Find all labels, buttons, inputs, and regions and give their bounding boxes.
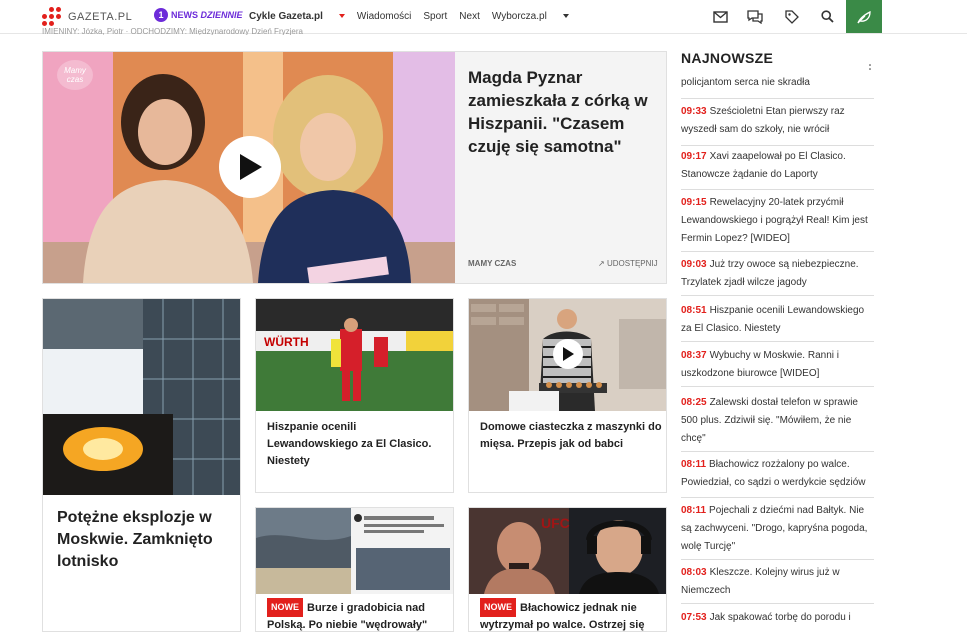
news-count: 1 <box>154 8 168 22</box>
explosion-photo <box>43 299 240 495</box>
play-button[interactable] <box>553 339 583 369</box>
wurth-banner: WÜRTH <box>264 334 309 349</box>
nav-next[interactable]: Next <box>459 11 480 22</box>
more-options-icon[interactable] <box>869 64 871 70</box>
sidebar-news-text: Rewelacyjny 20-latek przyćmił Lewandowsk… <box>681 197 868 244</box>
sidebar-news-text: Zalewski dostał telefon w sprawie 500 pl… <box>681 397 858 444</box>
share-label: UDOSTĘPNIJ <box>606 259 658 268</box>
storm-photo <box>256 508 453 594</box>
mail-icon <box>712 10 728 23</box>
play-button[interactable] <box>219 136 281 198</box>
nav-wyborcza[interactable]: Wyborcza.pl <box>492 11 569 22</box>
mail-button[interactable] <box>703 0 737 33</box>
news-label: NEWS DZIENNIE <box>171 10 243 20</box>
nav-sport[interactable]: Sport <box>423 11 447 22</box>
gazeta-logo[interactable]: GAZETA.PL <box>42 7 132 27</box>
article-title[interactable]: NOWE Błachowicz jednak nie wytrzymał po w… <box>480 598 662 631</box>
sidebar-news-item[interactable]: 09:03 Już trzy owoce są niebezpieczne. Tr… <box>681 256 874 296</box>
article-image: WÜRTH <box>256 299 453 411</box>
logo-text: GAZETA.PL <box>68 11 133 23</box>
sidebar-news-text: Już trzy owoce są niebezpieczne. Trzylat… <box>681 259 859 288</box>
article-card-blachowicz[interactable]: UFC NOWE Błachowicz jednak nie wytrzymał … <box>468 507 667 632</box>
sidebar-news-item[interactable]: 08:25 Zalewski dostał telefon w sprawie 5… <box>681 394 874 452</box>
sidebar-news-item[interactable]: 09:15 Rewelacyjny 20-latek przyćmił Lewan… <box>681 194 874 252</box>
sidebar-news-time: 07:53 <box>681 612 707 623</box>
sidebar-news-time: 08:03 <box>681 567 707 578</box>
tags-button[interactable] <box>775 0 809 33</box>
sidebar-news-time: 08:11 <box>681 459 707 470</box>
nav-cykle[interactable]: Cykle Gazeta.pl <box>249 11 345 22</box>
sidebar-news-time: 09:03 <box>681 259 707 270</box>
hero-source[interactable]: MAMY CZAS <box>468 259 516 268</box>
article-title[interactable]: Potężne eksplozje w Moskwie. Zamknięto l… <box>57 507 232 573</box>
logo-dots-icon <box>42 7 62 27</box>
share-icon: ↗ <box>598 259 605 268</box>
sidebar-news-time: 08:25 <box>681 397 707 408</box>
sidebar-news-item[interactable]: 08:03 Kleszcze. Kolejny wirus już w Niemc… <box>681 564 874 604</box>
share-button[interactable]: ↗ UDOSTĘPNIJ <box>598 259 658 268</box>
sidebar-news-text: Hiszpanie ocenili Lewandowskiego za El C… <box>681 305 865 334</box>
main-nav: Cykle Gazeta.pl Wiadomości Sport Next Wy… <box>249 11 581 22</box>
ufc-mark: UFC <box>541 515 570 531</box>
sidebar-news-time: 09:33 <box>681 106 707 117</box>
sidebar-news-item[interactable]: 07:53 Jak spakować torbę do porodu i <box>681 609 874 632</box>
article-title[interactable]: Domowe ciasteczka z maszynki do mięsa. P… <box>480 419 662 453</box>
search-icon <box>820 10 834 23</box>
hero-title[interactable]: Magda Pyznar zamieszkała z córką w Hiszp… <box>468 66 653 158</box>
news-badge[interactable]: 1 NEWS DZIENNIE <box>154 8 243 22</box>
article-card-storms[interactable]: NOWE Burze i gradobicia nad Polską. Po ni… <box>255 507 454 632</box>
play-icon <box>240 154 262 180</box>
sidebar-news-time: 08:11 <box>681 505 707 516</box>
sidebar-title: NAJNOWSZE <box>681 50 774 66</box>
article-image: UFC <box>469 508 666 594</box>
article-card-lewandowski[interactable]: WÜRTH Hiszpanie ocenili Lewandowskiego z… <box>255 298 454 493</box>
sidebar-news-item[interactable]: 08:51 Hiszpanie ocenili Lewandowskiego za… <box>681 302 874 342</box>
sidebar-news-item[interactable]: 08:11 Błachowicz rozżalony po walce. Powi… <box>681 456 874 498</box>
sidebar-news-text: Pojechali z dziećmi nad Bałtyk. Nie są z… <box>681 505 868 552</box>
article-image <box>469 299 666 411</box>
sidebar-news-item[interactable]: 08:11 Pojechali z dziećmi nad Bałtyk. Nie… <box>681 502 874 560</box>
mamy-czas-watermark: Mamy czas <box>57 60 93 90</box>
search-button[interactable] <box>810 0 844 33</box>
sidebar-news-text: Błachowicz rozżalony po walce. Powiedzia… <box>681 459 866 488</box>
nav-wiadomosci[interactable]: Wiadomości <box>357 11 411 22</box>
chevron-down-icon <box>562 14 569 19</box>
article-card-cookies[interactable]: Domowe ciasteczka z maszynki do mięsa. P… <box>468 298 667 493</box>
new-badge: NOWE <box>480 598 516 617</box>
tag-icon <box>785 9 799 24</box>
article-image <box>43 299 240 495</box>
sidebar-news-time: 08:37 <box>681 350 707 361</box>
sidebar-news-item[interactable]: 08:37 Wybuchy w Moskwie. Ranni i uszkodzo… <box>681 347 874 387</box>
article-image <box>256 508 453 594</box>
sidebar-news-item[interactable]: policjantom serca nie skradła <box>681 74 874 99</box>
sidebar-news-item[interactable]: 09:33 Sześcioletni Etan pierwszy raz wysz… <box>681 103 874 146</box>
comments-button[interactable] <box>738 0 772 33</box>
sidebar-news-text: Jak spakować torbę do porodu i <box>709 612 851 623</box>
sidebar-news-time: 09:17 <box>681 151 707 162</box>
sidebar-news-time: 08:51 <box>681 305 707 316</box>
chevron-down-icon <box>338 14 345 19</box>
sidebar-news-time: 09:15 <box>681 197 707 208</box>
breadcrumb: IMIENINY: Józka, Piotr · ODCHODZIMY: Mię… <box>42 27 303 35</box>
hero-video-thumbnail[interactable]: Mamy czas <box>43 52 455 283</box>
eco-button[interactable] <box>846 0 882 33</box>
play-icon <box>563 347 574 361</box>
comments-icon <box>747 9 763 24</box>
article-title[interactable]: Hiszpanie ocenili Lewandowskiego za El C… <box>267 419 449 470</box>
new-badge: NOWE <box>267 598 303 617</box>
article-title[interactable]: NOWE Burze i gradobicia nad Polską. Po ni… <box>267 598 449 631</box>
article-card-explosions[interactable]: Potężne eksplozje w Moskwie. Zamknięto l… <box>42 298 241 632</box>
sidebar-news-text: policjantom serca nie skradła <box>681 77 810 88</box>
mma-photo: UFC <box>469 508 666 594</box>
hero-article[interactable]: Mamy czas Magda Pyznar zamieszkała z cór… <box>42 51 667 284</box>
football-photo: WÜRTH <box>256 299 453 411</box>
sidebar-news-item[interactable]: 09:17 Xavi zaapelował po El Clasico. Stan… <box>681 148 874 190</box>
leaf-icon <box>857 10 871 23</box>
